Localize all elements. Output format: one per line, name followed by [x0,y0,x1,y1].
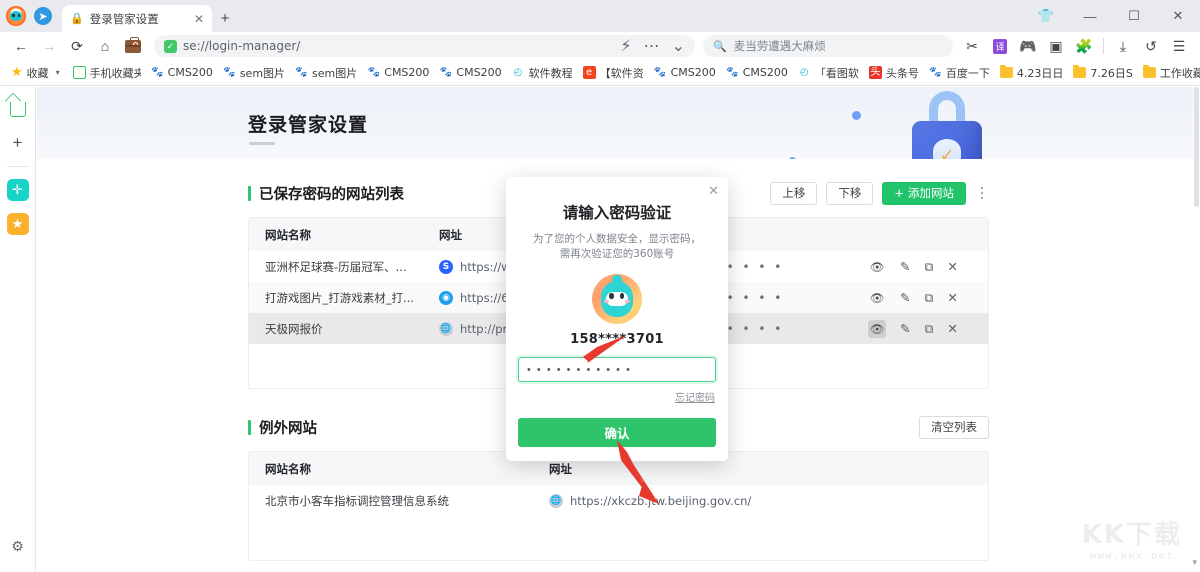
confirm-button[interactable]: 确认 [518,418,716,448]
watermark-url: www.kkx.net [1089,549,1174,562]
account-phone: 158****3701 [570,332,664,348]
avatar [592,274,642,325]
dialog-title: 请输入密码验证 [562,204,672,222]
dialog-description: 为了您的个人数据安全，显示密码， 需再次验证您的360账号 [506,232,728,262]
forgot-password-link[interactable]: 忘记密码 [519,389,715,404]
dialog-description-line2: 需再次验证您的360账号 [559,248,675,261]
close-icon[interactable]: ✕ [708,183,719,199]
dialog-description-line1: 为了您的个人数据安全，显示密码， [533,233,701,245]
password-input-value: • • • • • • • • • • • [527,363,632,376]
modal-overlay: ✕ 请输入密码验证 为了您的个人数据安全，显示密码， 需再次验证您的360账号 … [0,0,1200,572]
password-verify-dialog: ✕ 请输入密码验证 为了您的个人数据安全，显示密码， 需再次验证您的360账号 … [506,177,728,461]
watermark: KK下载 www.kkx.net [1082,514,1182,562]
password-input[interactable]: • • • • • • • • • • • [518,357,716,383]
watermark-title: KK下载 [1081,520,1182,550]
